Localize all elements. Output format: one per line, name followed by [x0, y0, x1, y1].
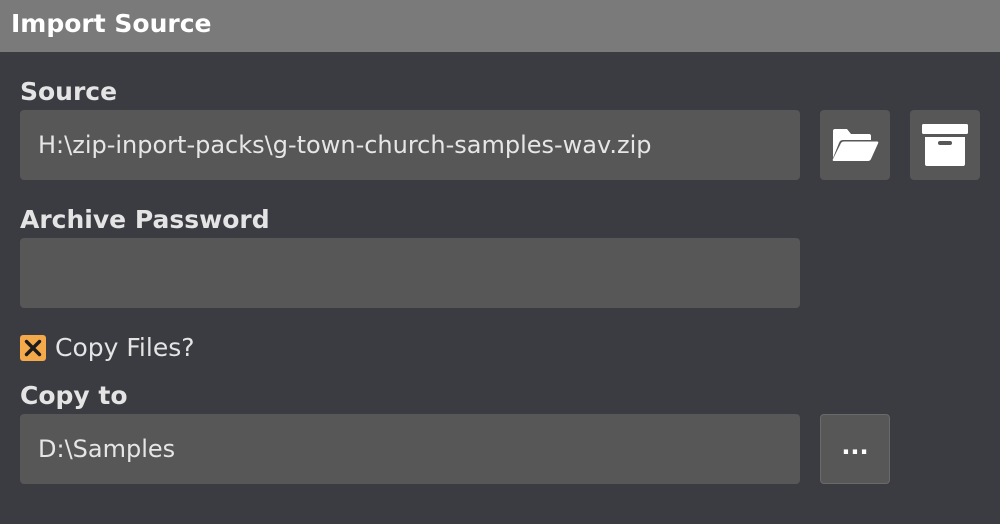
copy-files-row[interactable]: Copy Files?: [20, 332, 195, 364]
source-path-input[interactable]: [20, 110, 800, 180]
archive-button[interactable]: [910, 110, 980, 180]
archive-password-label: Archive Password: [20, 205, 270, 234]
title-bar: Import Source: [0, 0, 1000, 52]
folder-open-icon: [832, 129, 879, 161]
copy-to-path-input[interactable]: [20, 414, 800, 484]
archive-password-input[interactable]: [20, 238, 800, 308]
open-folder-button[interactable]: [820, 110, 890, 180]
window-title: Import Source: [11, 9, 212, 38]
archive-box-icon: [922, 124, 968, 166]
copy-files-label: Copy Files?: [55, 333, 195, 362]
source-label: Source: [20, 77, 118, 106]
copy-files-checkbox[interactable]: [20, 335, 46, 361]
copy-to-label: Copy to: [20, 381, 128, 410]
browse-button[interactable]: ...: [820, 414, 890, 484]
check-x-icon: [24, 339, 42, 357]
